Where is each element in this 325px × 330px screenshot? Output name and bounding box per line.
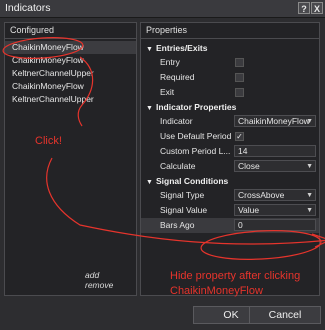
section-title: Signal Conditions — [156, 176, 229, 186]
property-row-custom-period: Custom Period L... 14 — [141, 144, 319, 159]
title-bar: Indicators ? X — [0, 0, 325, 18]
select-value: CrossAbove — [238, 190, 285, 200]
list-item[interactable]: KeltnerChannelUpper — [5, 67, 136, 80]
properties-panel: Properties ▼ Entries/Exits Entry Required… — [140, 22, 320, 296]
chevron-down-icon[interactable]: ▼ — [306, 190, 313, 200]
section-entries-exits[interactable]: ▼ Entries/Exits — [141, 41, 319, 55]
configured-header: Configured — [5, 23, 136, 39]
close-button[interactable]: X — [311, 2, 323, 14]
bars-ago-input[interactable]: 0 — [234, 219, 316, 231]
required-checkbox[interactable] — [235, 73, 244, 82]
use-default-period-checkbox[interactable]: ✓ — [235, 132, 244, 141]
help-button[interactable]: ? — [298, 2, 310, 14]
property-name: Indicator — [160, 116, 193, 126]
property-name: Required — [160, 72, 195, 82]
custom-period-input[interactable]: 14 — [234, 145, 316, 157]
section-title: Indicator Properties — [156, 102, 237, 112]
calculate-select[interactable]: Close ▼ — [234, 160, 316, 172]
list-item[interactable]: ChaikinMoneyFlow — [5, 80, 136, 93]
property-row-calculate: Calculate Close ▼ — [141, 159, 319, 174]
annotation-click-text: Click! — [35, 135, 62, 147]
property-row-indicator: Indicator ChaikinMoneyFlow ▼ — [141, 114, 319, 129]
add-link[interactable]: add — [85, 270, 99, 280]
entry-checkbox[interactable] — [235, 58, 244, 67]
property-name: Exit — [160, 87, 175, 97]
exit-checkbox[interactable] — [235, 88, 244, 97]
property-row-entry: Entry — [141, 55, 319, 70]
property-row-required: Required — [141, 70, 319, 85]
select-value: Value — [238, 205, 260, 215]
annotation-hide-line2: ChaikinMoneyFlow — [170, 285, 263, 297]
section-signal-conditions[interactable]: ▼ Signal Conditions — [141, 174, 319, 188]
signal-type-select[interactable]: CrossAbove ▼ — [234, 189, 316, 201]
annotation-hide-line1: Hide property after clicking — [170, 270, 301, 282]
property-name: Signal Value — [160, 205, 208, 215]
add-remove-links: add remove — [85, 270, 136, 290]
list-item[interactable]: ChaikinMoneyFlow — [5, 41, 136, 54]
property-name: Custom Period L... — [160, 146, 231, 156]
list-item[interactable]: KeltnerChannelUpper — [5, 93, 136, 106]
indicator-select[interactable]: ChaikinMoneyFlow ▼ — [234, 115, 316, 127]
property-name: Entry — [160, 57, 180, 67]
cancel-button[interactable]: Cancel — [249, 306, 321, 324]
property-name: Signal Type — [160, 190, 205, 200]
property-row-bars-ago: Bars Ago 0 — [141, 218, 319, 233]
list-item[interactable]: ChaikinMoneyFlow — [5, 54, 136, 67]
property-name: Calculate — [160, 161, 196, 171]
properties-header: Properties — [141, 23, 319, 39]
section-indicator-properties[interactable]: ▼ Indicator Properties — [141, 100, 319, 114]
chevron-down-icon[interactable]: ▼ — [306, 116, 313, 126]
select-value: Close — [238, 161, 260, 171]
chevron-down-icon[interactable]: ▼ — [306, 205, 313, 215]
window-title: Indicators — [5, 2, 51, 14]
property-row-use-default-period: Use Default Period ✓ — [141, 129, 319, 144]
property-row-exit: Exit — [141, 85, 319, 100]
property-row-signal-value: Signal Value Value ▼ — [141, 203, 319, 218]
signal-value-select[interactable]: Value ▼ — [234, 204, 316, 216]
section-title: Entries/Exits — [156, 43, 208, 53]
property-name: Bars Ago — [160, 220, 195, 230]
remove-link[interactable]: remove — [85, 280, 113, 290]
select-value: ChaikinMoneyFlow — [238, 116, 310, 126]
property-row-signal-type: Signal Type CrossAbove ▼ — [141, 188, 319, 203]
configured-panel: Configured ChaikinMoneyFlow ChaikinMoney… — [4, 22, 137, 296]
chevron-down-icon[interactable]: ▼ — [306, 161, 313, 171]
property-name: Use Default Period — [160, 131, 232, 141]
